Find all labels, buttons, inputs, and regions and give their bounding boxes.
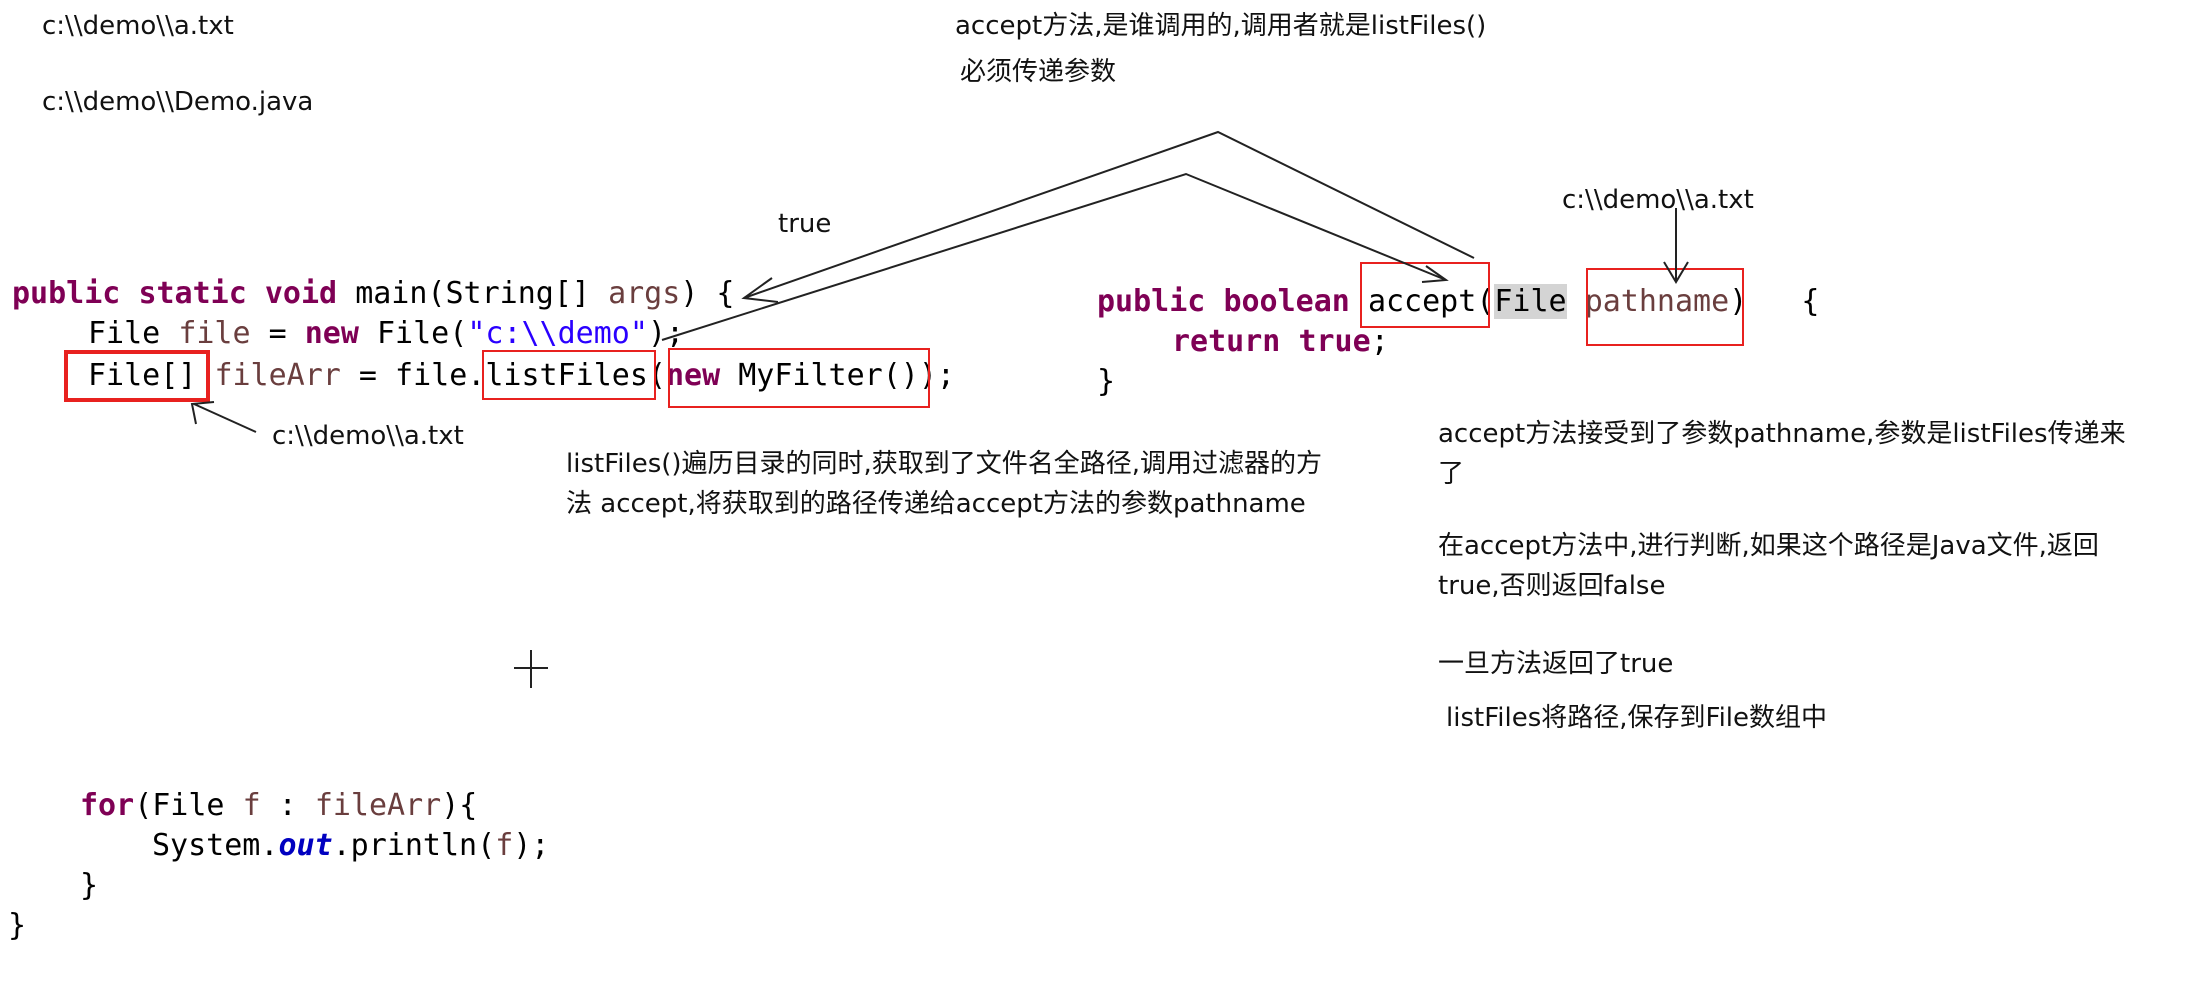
arrow-layer — [190, 130, 1689, 688]
file-array-up-arrow — [193, 403, 257, 433]
listfiles-to-accept-arrow — [661, 172, 1447, 341]
accept-to-main-true-arrow — [743, 130, 1475, 299]
accept-arrowhead — [1421, 265, 1449, 283]
main-arrowhead — [741, 277, 779, 303]
diagram-canvas: c:\\demo\\a.txt c:\\demo\\Demo.java acce… — [0, 0, 2200, 999]
